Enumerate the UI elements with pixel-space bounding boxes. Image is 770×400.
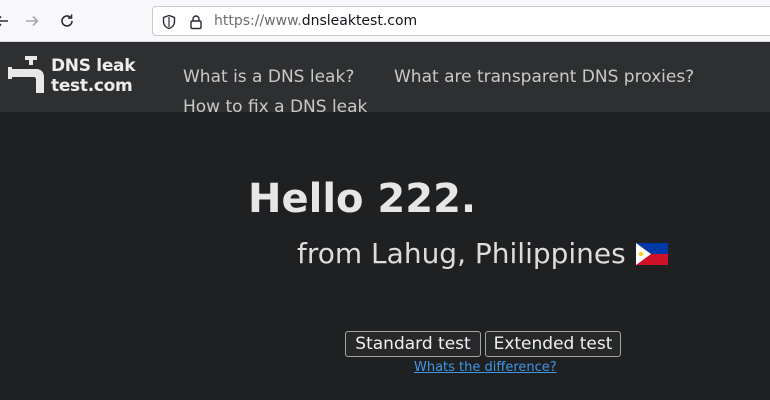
nav-how-to-fix[interactable]: How to fix a DNS leak	[183, 97, 367, 117]
shield-icon[interactable]	[160, 13, 178, 31]
greeting-heading: Hello 222.	[248, 176, 477, 222]
extended-test-button[interactable]: Extended test	[485, 331, 621, 357]
philippines-flag-icon	[636, 243, 668, 265]
back-arrow-icon[interactable]	[0, 11, 12, 31]
standard-test-button[interactable]: Standard test	[345, 331, 481, 357]
logo-line-1: DNS leak	[51, 56, 136, 76]
faucet-icon	[8, 56, 44, 93]
forward-arrow-icon[interactable]	[22, 11, 42, 31]
lock-icon[interactable]	[187, 13, 205, 31]
nav-transparent-dns-proxies[interactable]: What are transparent DNS proxies?	[394, 67, 694, 87]
site-header: DNS leak test.com What is a DNS leak? Wh…	[0, 42, 770, 117]
site-logo[interactable]: DNS leak test.com	[8, 54, 148, 100]
difference-link[interactable]: Whats the difference?	[414, 360, 557, 375]
logo-line-2: test.com	[51, 76, 133, 96]
url-domain: dnsleaktest.com	[301, 13, 418, 29]
address-bar[interactable]: https://www.dnsleaktest.com	[152, 6, 770, 36]
location-text: from Lahug, Philippines	[297, 237, 626, 270]
url-text[interactable]: https://www.dnsleaktest.com	[214, 13, 417, 29]
url-prefix: https://www.	[214, 13, 302, 29]
logo-text: DNS leak test.com	[51, 56, 136, 96]
browser-toolbar: https://www.dnsleaktest.com	[0, 0, 770, 42]
nav-what-is-dns-leak[interactable]: What is a DNS leak?	[183, 67, 354, 87]
reload-icon[interactable]	[57, 11, 77, 31]
